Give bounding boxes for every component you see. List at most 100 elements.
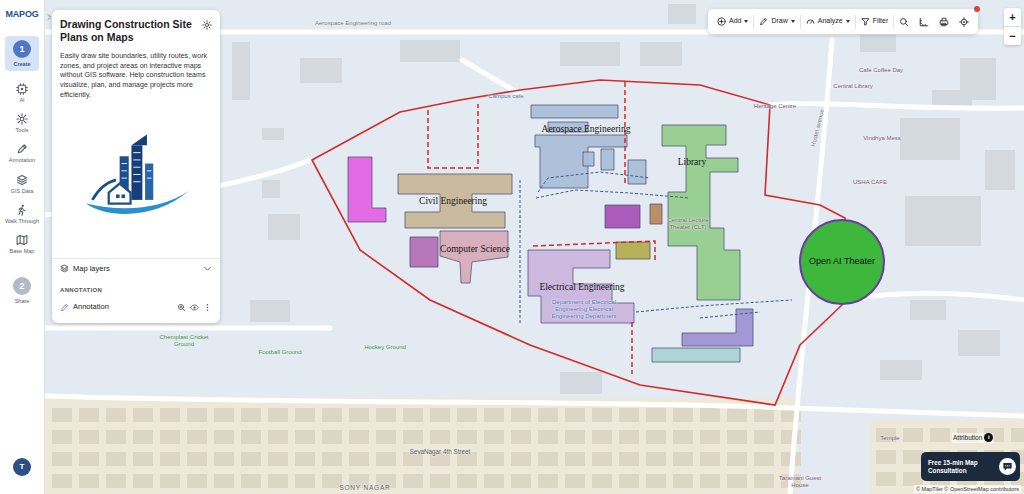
info-badge: i (984, 433, 993, 442)
venue-circle[interactable] (800, 220, 884, 304)
panel-header: Drawing Construction Site Plans on Maps (52, 10, 220, 44)
map-label: Taramani Guest House (774, 475, 826, 489)
dropdown-caret (846, 20, 850, 23)
crosshair-button[interactable] (954, 9, 974, 34)
map-label: USHA CAFE (853, 179, 887, 186)
chat-badge (999, 458, 1016, 475)
toolbar-button[interactable]: Add (712, 9, 753, 34)
zoom-in-button[interactable]: + (1004, 8, 1021, 26)
map-label: Heritage Centre (754, 103, 796, 110)
dropdown-caret (791, 20, 795, 23)
chevron-right-icon (45, 12, 53, 22)
toolbar-separator (855, 15, 856, 29)
map-label: Department of Electrical Engineering Ele… (548, 299, 620, 320)
settings-button[interactable] (202, 20, 212, 30)
user-avatar[interactable]: T (13, 458, 31, 476)
dropdown-caret (744, 20, 748, 23)
building[interactable] (348, 157, 386, 222)
layer-group: ANNOTATIONAnnotation (52, 278, 220, 323)
zoom-icon (177, 303, 186, 312)
map-label: Aerospace Engineering road (315, 20, 391, 27)
building[interactable] (531, 105, 646, 188)
toolbar-label: Add (729, 16, 741, 27)
venue-label: Open AI Theater (809, 255, 875, 269)
map-label: SevaNagar 4th Street (410, 448, 471, 455)
site-boundary[interactable] (312, 80, 845, 405)
building[interactable] (605, 205, 640, 228)
zoom-out-button[interactable]: − (1004, 26, 1021, 45)
left-rail: MAPOG 1Create AI Tools Annotation GIS Data Wal… (0, 0, 45, 494)
layer-row[interactable]: Annotation (60, 299, 212, 315)
rail-tool[interactable]: Annotation (1, 143, 43, 163)
map-layers-toggle[interactable]: Map layers (52, 258, 220, 278)
building-label: Aerospace Engineering (542, 122, 631, 136)
printer-icon (939, 17, 949, 27)
pencil-icon (16, 143, 28, 155)
map-label: Football Ground (258, 349, 301, 356)
step-tab[interactable]: 1Create (5, 36, 39, 71)
rail-tool[interactable]: Tools (1, 113, 43, 133)
chevron-down-icon (203, 264, 212, 273)
zoom-control: +− (1004, 8, 1021, 45)
layer-actions (177, 303, 212, 312)
building[interactable] (528, 250, 634, 323)
gear-icon (16, 113, 28, 125)
layer-name: Annotation (73, 301, 109, 312)
layer-name-wrap: Annotation (60, 301, 109, 312)
rail-tool[interactable]: Base Map (1, 234, 43, 254)
ruler-button[interactable] (914, 9, 934, 34)
toolbar-label: Draw (771, 16, 787, 27)
toolbar-button[interactable]: Draw (754, 9, 799, 34)
attribution-label: Attribution (953, 433, 982, 443)
rail-tool-label: Annotation (1, 157, 43, 163)
step-tab[interactable]: 2 Share (5, 273, 39, 308)
panel-title: Drawing Construction Site Plans on Maps (60, 18, 194, 44)
consultation-button[interactable]: Free 15-min Map Consultation (921, 452, 1020, 481)
ai-icon (16, 83, 28, 95)
building[interactable] (682, 309, 753, 346)
building[interactable] (440, 231, 508, 283)
gauge-icon (806, 17, 815, 26)
search-button[interactable] (894, 9, 914, 34)
step-label: Create (5, 60, 39, 68)
panel-logo (52, 100, 220, 258)
map-label: Central Lecture Theater (CLT) (664, 217, 712, 231)
toolbar-button[interactable]: Analyze (801, 9, 855, 34)
building[interactable] (410, 237, 438, 267)
rail-tool[interactable]: Walk Through (1, 204, 43, 224)
search-icon (899, 17, 909, 27)
walker-icon (16, 204, 28, 216)
printer-button[interactable] (934, 9, 954, 34)
rail-tool-label: AI (1, 97, 43, 103)
building[interactable] (652, 348, 740, 362)
map-icon (16, 234, 28, 246)
pencil-icon (759, 17, 768, 26)
collapse-toggle[interactable] (45, 12, 53, 22)
layers-icon (60, 264, 69, 273)
building-label: Electrical Engineering (539, 280, 624, 294)
eye-icon[interactable] (190, 303, 199, 312)
consultation-label: Free 15-min Map Consultation (928, 459, 995, 475)
toolbar-button[interactable]: Filter (856, 9, 894, 34)
rail-tool[interactable]: AI (1, 83, 43, 103)
rail-tool[interactable]: GIS Data (1, 174, 43, 194)
building[interactable] (398, 174, 512, 228)
building[interactable] (650, 204, 662, 224)
construction-logo-icon (71, 129, 201, 229)
step-number: 2 (13, 277, 31, 295)
toolbar-separator (753, 15, 754, 29)
app-logo[interactable]: MAPOG (5, 0, 38, 22)
building[interactable] (616, 242, 650, 259)
attribution-toggle[interactable]: Attributioni (952, 433, 994, 443)
map-label: Cafe Coffee Day (859, 67, 903, 74)
toolbar-separator (800, 15, 801, 29)
step-label: Share (5, 297, 39, 305)
chat-icon (1002, 461, 1013, 472)
building-label: Library (678, 155, 707, 169)
map-label: Vindhya Mess (863, 135, 901, 142)
map-label: Campus cafe (488, 93, 523, 100)
rail-tool-label: Walk Through (1, 218, 43, 224)
gear-icon (202, 20, 212, 30)
crosshair-icon (959, 17, 969, 27)
building[interactable] (662, 125, 740, 300)
